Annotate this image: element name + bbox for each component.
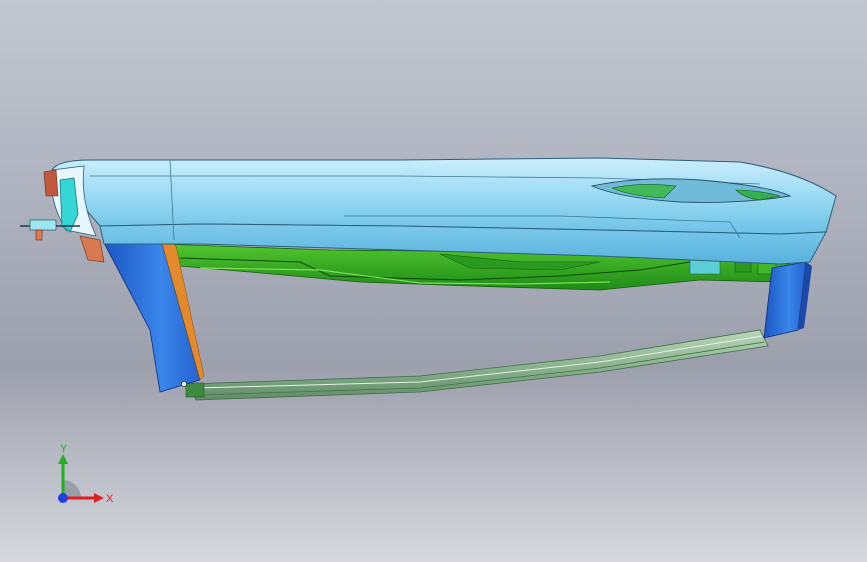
hood-3d-model[interactable] [0, 0, 867, 562]
x-axis-label: X [106, 493, 114, 505]
cad-3d-viewport[interactable]: Y X [0, 0, 867, 562]
y-axis-arrowhead [58, 454, 68, 464]
z-axis-dot [58, 493, 68, 503]
x-axis-arrowhead [94, 493, 104, 503]
y-axis-label: Y [60, 443, 68, 455]
coordinate-triad-icon: Y X [48, 440, 118, 510]
right-hinge-bracket[interactable] [763, 261, 812, 339]
rear-seal-strip[interactable] [185, 329, 769, 401]
